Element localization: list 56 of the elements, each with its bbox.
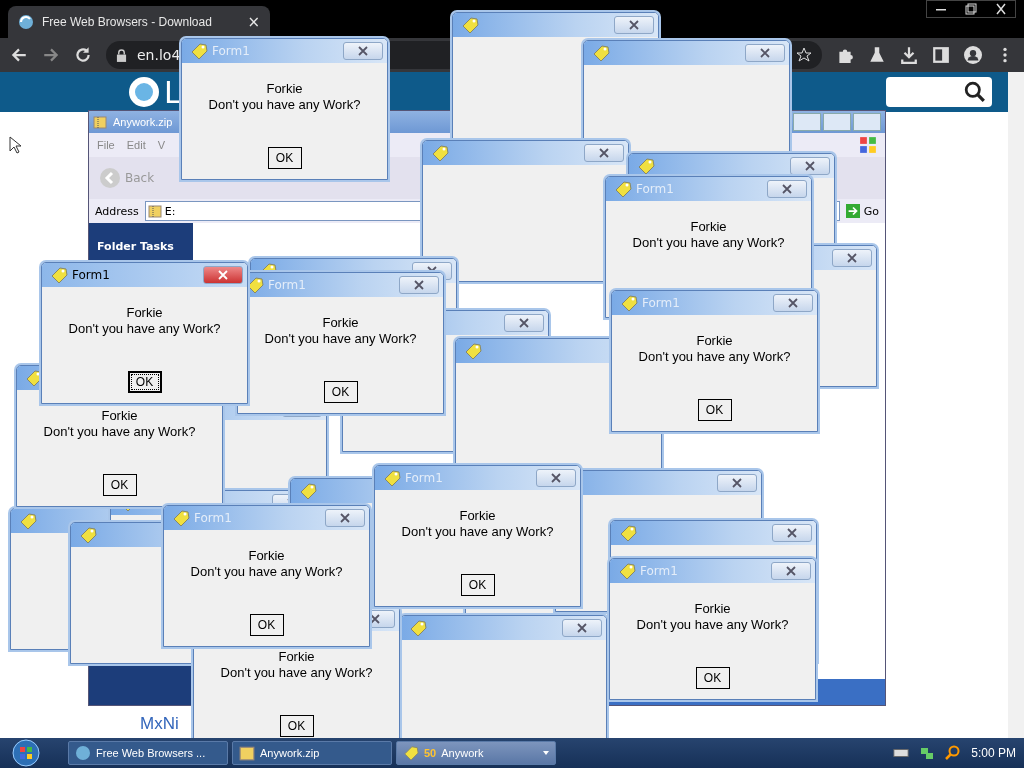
ok-button[interactable]: OK (267, 147, 302, 169)
taskbar-label: Anywork.zip (260, 747, 320, 759)
ok-button[interactable]: OK (323, 381, 358, 403)
taskbar-label: Anywork (441, 747, 484, 759)
taskbar-label: Free Web Browsers ... (96, 747, 206, 759)
dialog-message: Don't you have any Work? (264, 331, 417, 346)
taskbar-button[interactable]: Free Web Browsers ... (68, 741, 228, 765)
dialog-message: Don't you have any Work? (401, 524, 554, 539)
dialog-heading: Forkie (696, 333, 733, 349)
dialog-heading: Forkie (690, 219, 727, 235)
dialog-heading: Forkie (459, 508, 496, 524)
tab-title: Free Web Browsers - Download (42, 15, 213, 29)
url-text: en.lo4 (137, 47, 181, 63)
ok-button[interactable]: OK (102, 474, 137, 496)
address-label: Address (95, 204, 139, 218)
close-tab-button[interactable]: × (247, 13, 260, 31)
dialog-title: Form1 (640, 564, 678, 578)
ok-button[interactable]: OK (697, 399, 732, 421)
dialog-title: Form1 (268, 278, 306, 292)
ok-button[interactable]: OK (127, 371, 162, 393)
ok-button[interactable]: OK (695, 667, 730, 689)
dialog-message: Don't you have any Work? (68, 321, 221, 336)
dialog-title: Form1 (194, 511, 232, 525)
dialog-title: Form1 (405, 471, 443, 485)
dialog-message: Don't you have any Work? (190, 564, 343, 579)
dialog-heading: Forkie (694, 601, 731, 617)
dialog-message: Don't you have any Work? (636, 617, 789, 632)
dialog-title: Form1 (636, 182, 674, 196)
ok-button[interactable]: OK (279, 715, 314, 737)
dialog-message: Don't you have any Work? (632, 235, 785, 250)
browser-tab[interactable]: Free Web Browsers - Download × (8, 6, 270, 38)
dialog-heading: Forkie (248, 548, 285, 564)
site-text: MxNi (140, 714, 179, 734)
dialog-message: Don't you have any Work? (220, 665, 373, 680)
ok-button[interactable]: OK (460, 574, 495, 596)
dialog-heading: Forkie (322, 315, 359, 331)
dialog-message: Don't you have any Work? (43, 424, 196, 439)
go-button[interactable]: Go (845, 204, 879, 218)
dialog-heading: Forkie (278, 649, 315, 665)
clock: 5:00 PM (971, 746, 1016, 760)
dialog-title: Form1 (72, 268, 110, 282)
window-title: Anywork.zip (113, 116, 173, 128)
dialog-heading: Forkie (266, 81, 303, 97)
dialog-title: Form1 (642, 296, 680, 310)
pane-title: Folder Tasks (97, 240, 174, 253)
logo-text: L (164, 74, 181, 110)
ok-button[interactable]: OK (249, 614, 284, 636)
taskbar-button[interactable]: Anywork.zip (232, 741, 392, 765)
dialog-heading: Forkie (101, 408, 138, 424)
dialog-heading: Forkie (126, 305, 163, 321)
dialog-title: Form1 (212, 44, 250, 58)
dialog-message: Don't you have any Work? (208, 97, 361, 112)
count-label: 50 (424, 747, 437, 759)
address-text: E: (164, 204, 176, 218)
dialog-message: Don't you have any Work? (638, 349, 791, 364)
taskbar-button[interactable]: 50 Anywork (396, 741, 556, 765)
